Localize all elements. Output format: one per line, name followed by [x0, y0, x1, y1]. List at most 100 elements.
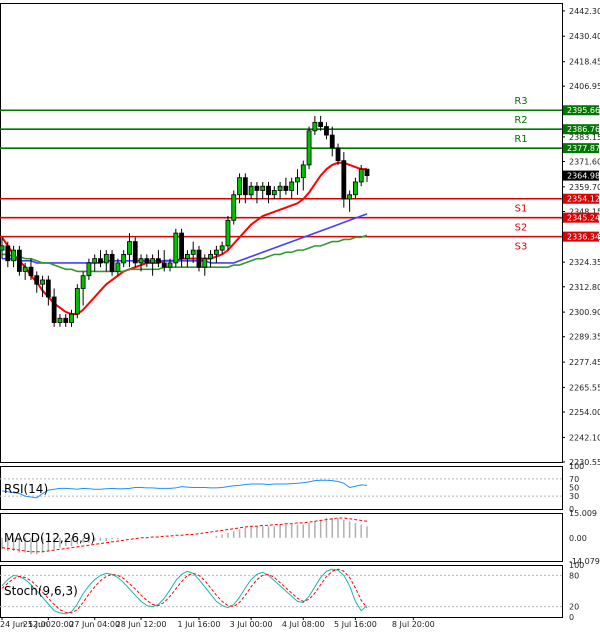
- level-name-s2: S2: [515, 223, 528, 234]
- candle-body: [16, 249, 22, 272]
- candle-body: [161, 262, 167, 268]
- candle: [312, 115, 318, 136]
- candle: [277, 181, 283, 199]
- candle-body: [173, 232, 179, 264]
- candle-body: [231, 194, 237, 221]
- candle: [144, 254, 150, 268]
- candle-body: [184, 253, 190, 260]
- candle-body: [150, 258, 156, 264]
- candle-body: [103, 253, 109, 264]
- candle: [190, 241, 196, 263]
- time-tick-label: 5 Jul 16:00: [334, 620, 377, 629]
- candle-body: [329, 134, 335, 149]
- candle: [266, 181, 271, 204]
- candle: [86, 258, 92, 280]
- current-price-label: 2364.98: [567, 172, 600, 181]
- candle-body: [115, 262, 121, 272]
- candle: [254, 181, 260, 204]
- candle: [184, 250, 190, 268]
- candle: [121, 250, 127, 268]
- candle: [260, 181, 266, 199]
- price-tick-label: 2277.45: [569, 358, 600, 367]
- candle: [341, 152, 347, 208]
- candle: [335, 143, 341, 165]
- candle: [225, 216, 231, 251]
- candle: [295, 169, 300, 195]
- time-tick-label: 25 Jun 20:00: [23, 620, 74, 629]
- candle-body: [144, 258, 150, 264]
- candle-body: [40, 279, 45, 285]
- candle-body: [335, 147, 341, 162]
- candle-body: [242, 177, 248, 196]
- candle-body: [0, 245, 5, 251]
- candle-body: [45, 279, 51, 298]
- price-tick-label: 2418.45: [569, 58, 600, 67]
- level-name-r2: R2: [514, 115, 527, 126]
- candle-body: [5, 245, 11, 262]
- candle: [213, 245, 219, 263]
- candle-body: [358, 168, 364, 183]
- candle-body: [213, 249, 219, 255]
- level-name-s3: S3: [515, 242, 528, 253]
- price-tick-label: 2254.00: [569, 408, 600, 417]
- candle-body: [132, 241, 138, 264]
- candle: [150, 254, 156, 276]
- candle-body: [69, 313, 74, 323]
- candle-body: [80, 275, 86, 289]
- rsi-line: [1, 479, 368, 499]
- candle-body: [353, 181, 358, 196]
- candle: [231, 190, 237, 225]
- candle: [271, 186, 277, 199]
- candle-body: [225, 219, 231, 247]
- candle: [300, 160, 306, 191]
- candle-body: [63, 317, 69, 323]
- price-tick-label: 2242.10: [569, 433, 600, 442]
- main-panel-frame: [0, 3, 563, 463]
- macd-label: MACD(12,26,9): [4, 531, 95, 545]
- candle: [306, 126, 312, 170]
- candle-body: [254, 185, 260, 191]
- candle-body: [202, 258, 208, 268]
- candle-body: [179, 232, 185, 260]
- candle-body: [312, 121, 318, 132]
- candle: [57, 314, 63, 327]
- time-tick-label: 28 Jun 12:00: [116, 620, 167, 629]
- candle-body: [237, 177, 242, 196]
- candle-body: [57, 317, 63, 323]
- candle-body: [11, 249, 16, 262]
- stoch-tick-label: 80: [569, 571, 579, 580]
- stoch-tick-label: 20: [569, 603, 579, 612]
- moving-average-line-2: [2, 213, 368, 264]
- price-tick-label: 2371.60: [569, 158, 600, 167]
- candle-body: [277, 185, 283, 191]
- price-tick-label: 2289.35: [569, 333, 600, 342]
- moving-average-line-3: [2, 234, 368, 273]
- candle-body: [306, 130, 312, 166]
- time-tick-label: 27 Jun 04:00: [69, 620, 120, 629]
- candle-body: [271, 190, 277, 196]
- moving-average-line-1: [1, 161, 367, 316]
- candle-body: [318, 121, 324, 127]
- candle: [329, 126, 335, 157]
- candle: [69, 309, 74, 327]
- candle-body: [324, 126, 329, 136]
- price-tick-label: 2406.95: [569, 82, 600, 91]
- time-tick-label: 8 Jul 20:00: [392, 620, 435, 629]
- candle: [16, 245, 22, 276]
- macd-tick-label: 0.00: [569, 534, 587, 543]
- candle: [324, 122, 329, 140]
- candle-body: [74, 288, 80, 315]
- level-value-s2: 2345.24: [567, 214, 600, 223]
- candle: [347, 190, 353, 212]
- candle: [40, 275, 45, 297]
- candle-body: [138, 258, 144, 264]
- time-tick-label: 4 Jul 08:00: [282, 620, 325, 629]
- candle: [208, 250, 213, 268]
- candle-body: [86, 262, 92, 277]
- candle: [283, 177, 289, 195]
- candle: [364, 168, 370, 182]
- candle-body: [347, 194, 353, 200]
- level-value-s3: 2336.34: [567, 233, 600, 242]
- price-tick-label: 2442.30: [569, 7, 600, 16]
- candle: [63, 314, 69, 327]
